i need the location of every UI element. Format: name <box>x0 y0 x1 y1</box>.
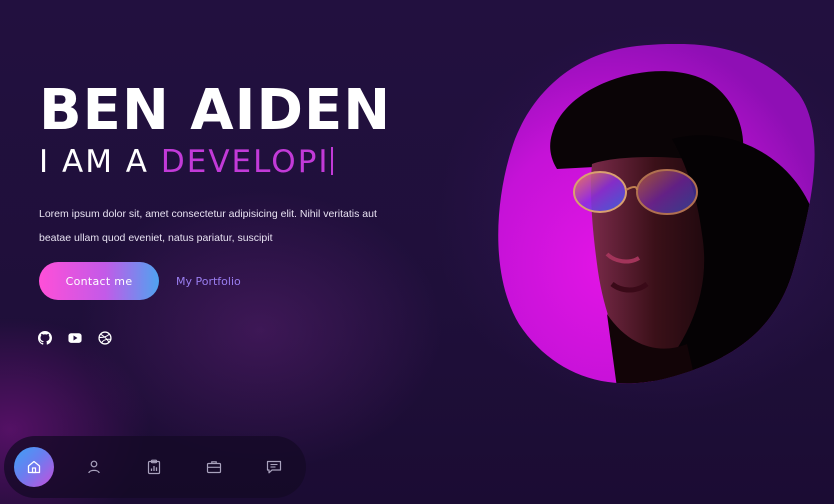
dribbble-icon[interactable] <box>98 331 112 345</box>
clipboard-chart-icon <box>147 459 161 475</box>
user-icon <box>88 460 100 474</box>
portfolio-link[interactable]: My Portfolio <box>176 275 241 288</box>
typing-caret <box>330 147 333 175</box>
profile-photo <box>498 44 815 384</box>
nav-home[interactable] <box>14 447 54 487</box>
hero-role-prefix: I AM A <box>39 144 161 180</box>
nav-resume[interactable] <box>134 447 174 487</box>
youtube-icon[interactable] <box>68 331 82 345</box>
hero-name: BEN AIDEN <box>39 78 392 143</box>
nav-contact[interactable] <box>254 447 294 487</box>
nav-about[interactable] <box>74 447 114 487</box>
hero-role-typed: DEVELOPI <box>160 144 330 180</box>
hero-actions: Contact me My Portfolio <box>39 262 241 300</box>
bottom-nav <box>4 436 306 498</box>
contact-button[interactable]: Contact me <box>39 262 159 300</box>
home-icon <box>27 460 41 474</box>
hero-role: I AM A DEVELOPI <box>39 144 439 180</box>
nav-portfolio[interactable] <box>194 447 234 487</box>
hero-description: Lorem ipsum dolor sit, amet consectetur … <box>39 208 377 244</box>
social-links <box>38 331 112 345</box>
github-icon[interactable] <box>38 331 52 345</box>
briefcase-icon <box>206 461 222 474</box>
hero-text: BEN AIDEN I AM A DEVELOPI Lorem ipsum do… <box>39 80 439 261</box>
message-icon <box>266 460 282 474</box>
